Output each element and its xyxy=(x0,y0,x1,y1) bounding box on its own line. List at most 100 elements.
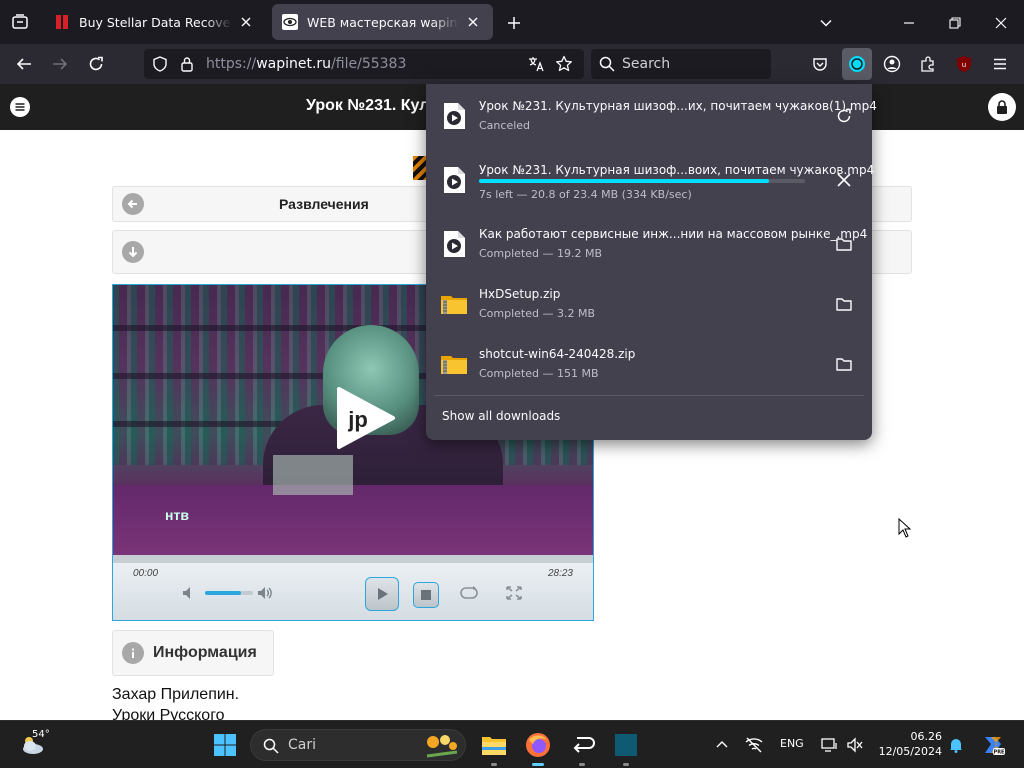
new-tab-icon[interactable] xyxy=(503,12,525,34)
tab-title: Buy Stellar Data Recovery Professional xyxy=(79,14,232,30)
download-item[interactable]: Урок №231. Культурная шизоф...воих, почи… xyxy=(434,152,874,208)
loop-icon[interactable] xyxy=(459,586,479,600)
account-icon[interactable] xyxy=(880,52,904,76)
windows-taskbar: 54° Cari ENG 06.26 12/05/2024 PRE xyxy=(0,720,1024,768)
close-window-icon[interactable] xyxy=(988,10,1014,36)
site-lock-icon[interactable] xyxy=(988,93,1016,121)
download-status: Completed — 19.2 MB xyxy=(479,247,603,260)
hamburger-menu-icon[interactable] xyxy=(988,52,1012,76)
download-item[interactable]: HxDSetup.zip Completed — 3.2 MB xyxy=(434,276,864,332)
download-item[interactable]: shotcut-win64-240428.zip Completed — 151… xyxy=(434,336,864,392)
info-label: Информация xyxy=(153,644,257,661)
minimize-icon[interactable] xyxy=(896,10,922,36)
address-bar[interactable]: https://wapinet.ru/file/55383 xyxy=(144,49,584,79)
windows-start-icon[interactable] xyxy=(213,733,237,757)
volume-muted-icon[interactable] xyxy=(845,735,865,755)
tab-wapinet[interactable]: WEB мастерская wapinet.ru - Урок №231 xyxy=(272,4,493,40)
svg-text:u: u xyxy=(962,61,966,69)
lock-icon[interactable] xyxy=(180,56,194,72)
zip-folder-icon xyxy=(440,350,468,378)
download-status: Completed — 3.2 MB xyxy=(479,307,596,320)
svg-text:PRE: PRE xyxy=(994,750,1005,756)
page-title: Урок №231. Кул xyxy=(306,97,430,114)
volume-mute-icon[interactable] xyxy=(181,585,197,601)
bookmark-star-icon[interactable] xyxy=(555,55,573,73)
tab-strip: Buy Stellar Data Recovery Professional W… xyxy=(0,0,1024,44)
forward-arrow-icon[interactable] xyxy=(48,52,72,76)
taskbar-search-placeholder: Cari xyxy=(288,737,316,753)
system-clock[interactable]: 06.26 12/05/2024 xyxy=(872,729,942,759)
search-icon xyxy=(599,56,615,72)
weather-temperature: 54° xyxy=(32,729,50,740)
file-explorer-icon[interactable] xyxy=(478,729,510,766)
download-filename: shotcut-win64-240428.zip xyxy=(479,347,636,361)
info-icon xyxy=(122,642,144,664)
download-progress-bar xyxy=(479,179,805,183)
extensions-puzzle-icon[interactable] xyxy=(916,52,940,76)
back-circle-icon xyxy=(122,193,144,215)
zip-folder-icon xyxy=(440,290,468,318)
taskbar-search-input[interactable]: Cari xyxy=(250,729,466,761)
folder-icon[interactable] xyxy=(832,352,856,376)
info-section-header[interactable]: Информация xyxy=(112,630,274,676)
wapinet-eye-icon xyxy=(282,14,298,30)
network-offline-icon[interactable] xyxy=(744,735,764,755)
folder-icon[interactable] xyxy=(832,292,856,316)
chevron-down-icon[interactable] xyxy=(815,12,837,34)
remote-desktop-icon[interactable] xyxy=(566,729,598,766)
file-description: Захар Прилепин. Уроки Русского xyxy=(112,686,240,720)
language-indicator[interactable]: ENG xyxy=(780,737,804,750)
url-text[interactable]: https://wapinet.ru/file/55383 xyxy=(206,56,406,72)
search-icon xyxy=(263,738,279,754)
tab-title: WEB мастерская wapinet.ru - Урок №231 xyxy=(307,14,459,30)
notification-bell-icon[interactable] xyxy=(946,735,966,755)
chevron-up-icon[interactable] xyxy=(712,735,732,755)
volume-slider[interactable] xyxy=(205,591,253,595)
display-project-icon[interactable] xyxy=(820,735,840,755)
show-all-downloads-link[interactable]: Show all downloads xyxy=(442,409,560,423)
cancel-icon[interactable] xyxy=(832,168,856,192)
pocket-icon[interactable] xyxy=(808,52,832,76)
fullscreen-icon[interactable] xyxy=(506,586,522,600)
stellar-red-icon xyxy=(54,14,70,30)
downloads-icon[interactable] xyxy=(842,48,872,80)
svg-text:jp: jp xyxy=(347,407,368,432)
stop-button[interactable] xyxy=(413,582,439,608)
close-tab-icon[interactable] xyxy=(236,12,256,32)
download-filename: Урок №231. Культурная шизоф...воих, почи… xyxy=(479,163,875,177)
restore-icon[interactable] xyxy=(942,10,968,36)
tab-stellar[interactable]: Buy Stellar Data Recovery Professional xyxy=(44,4,266,40)
reload-icon[interactable] xyxy=(84,52,108,76)
ublock-origin-icon[interactable]: u xyxy=(952,52,976,76)
folder-icon[interactable] xyxy=(832,232,856,256)
download-status: Canceled xyxy=(479,119,531,132)
current-time: 00:00 xyxy=(133,568,159,579)
list-all-tabs-icon[interactable] xyxy=(8,10,32,34)
jp-play-logo-icon[interactable]: jp xyxy=(331,385,397,451)
close-tab-icon[interactable] xyxy=(463,12,483,32)
download-status: 7s left — 20.8 of 23.4 MB (334 KB/sec) xyxy=(479,188,692,201)
download-filename: Урок №231. Культурная шизоф...их, почита… xyxy=(479,99,877,113)
search-placeholder: Search xyxy=(622,56,671,72)
translate-icon[interactable] xyxy=(527,55,545,73)
site-menu-icon[interactable] xyxy=(10,97,30,117)
navigation-toolbar: https://wapinet.ru/file/55383 Search u 3 xyxy=(0,44,1024,105)
volume-max-icon[interactable] xyxy=(256,585,274,601)
download-item[interactable]: Как работают сервисные инж...нии на масс… xyxy=(434,216,868,272)
copilot-pre-icon[interactable]: PRE xyxy=(980,735,1006,756)
play-button[interactable] xyxy=(365,577,399,611)
download-filename: Как работают сервисные инж...нии на масс… xyxy=(479,227,868,241)
download-filename: HxDSetup.zip xyxy=(479,287,561,301)
mouse-cursor-icon xyxy=(898,518,912,538)
download-circle-icon xyxy=(122,241,144,263)
teal-app-icon[interactable] xyxy=(610,729,642,766)
search-input[interactable]: Search xyxy=(591,49,771,79)
divider xyxy=(434,395,864,396)
retry-icon[interactable] xyxy=(832,104,856,128)
back-arrow-icon[interactable] xyxy=(12,52,36,76)
firefox-icon[interactable] xyxy=(522,729,554,766)
seek-bar[interactable] xyxy=(113,555,593,563)
download-item[interactable]: Урок №231. Культурная шизоф...их, почита… xyxy=(434,88,877,144)
shield-icon[interactable] xyxy=(152,56,168,72)
total-time: 28:23 xyxy=(547,568,573,579)
